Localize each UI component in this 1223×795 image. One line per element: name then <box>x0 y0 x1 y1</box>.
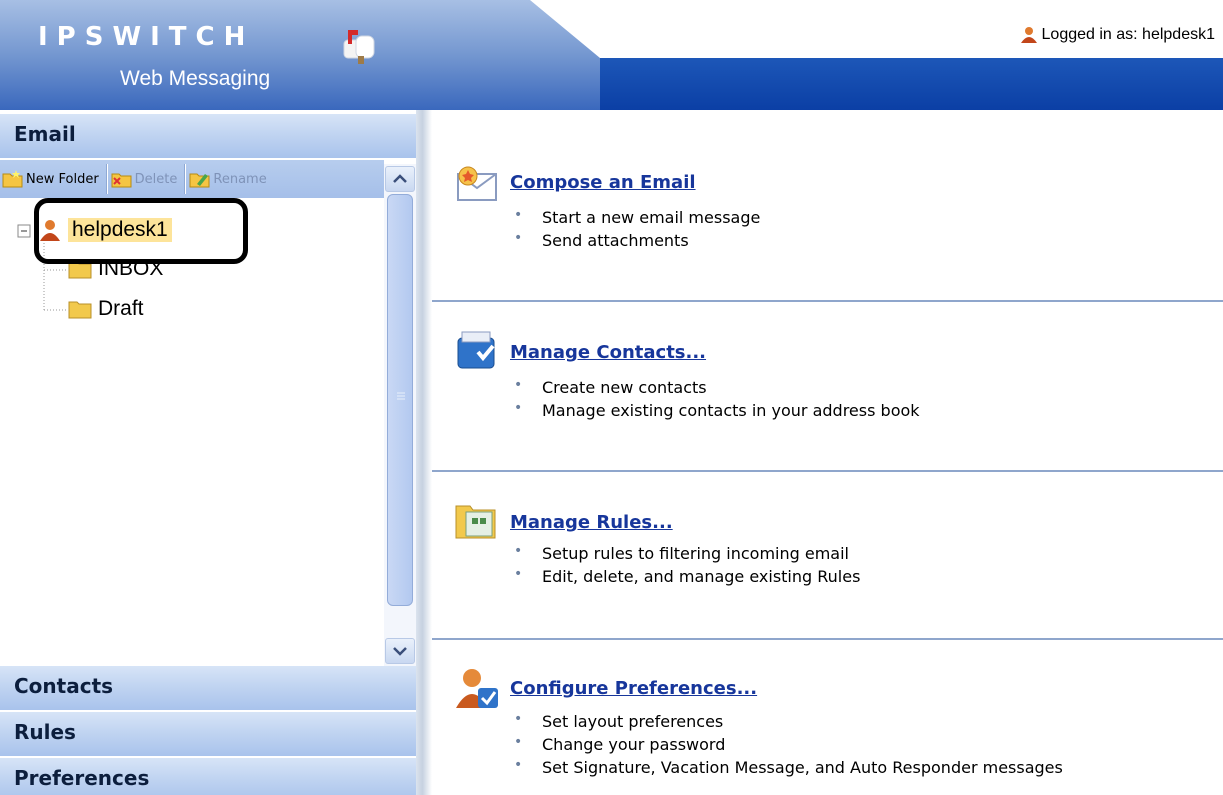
contacts-bullets: Create new contacts Manage existing cont… <box>512 374 920 422</box>
rules-icon <box>455 505 496 539</box>
list-item: Manage existing contacts in your address… <box>512 397 920 422</box>
new-folder-button[interactable]: New Folder <box>2 164 103 194</box>
brand-wordmark: IPSWITCH <box>38 22 255 52</box>
rename-label: Rename <box>213 171 267 187</box>
list-item: Setup rules to filtering incoming email <box>512 540 860 565</box>
compose-email-icon <box>457 166 497 201</box>
list-item: Start a new email message <box>512 204 760 229</box>
list-item: Set Signature, Vacation Message, and Aut… <box>512 754 1063 779</box>
new-folder-icon <box>2 170 23 188</box>
compose-bullets: Start a new email message Send attachmen… <box>512 204 760 252</box>
mailbox-logo-icon <box>343 30 375 64</box>
sidebar: Email New Folder Delete Rename helpdesk1… <box>0 110 416 795</box>
contacts-icon <box>457 331 495 369</box>
sidebar-section-email[interactable]: Email <box>0 114 416 158</box>
compose-email-link[interactable]: Compose an Email <box>510 172 696 193</box>
configure-preferences-link[interactable]: Configure Preferences... <box>510 678 757 699</box>
grip-icon <box>397 392 405 400</box>
folder-tree: helpdesk1 INBOX Draft <box>0 198 384 660</box>
section-divider <box>432 300 1223 302</box>
logo-panel <box>0 0 600 110</box>
sidebar-section-rules[interactable]: Rules <box>0 712 416 756</box>
scroll-up-button[interactable] <box>385 166 415 192</box>
rename-folder-button[interactable]: Rename <box>189 164 270 194</box>
user-icon <box>1020 27 1037 43</box>
delete-label: Delete <box>134 171 178 187</box>
preferences-icon <box>456 669 498 708</box>
tree-folder-draft[interactable]: Draft <box>68 297 144 321</box>
section-divider <box>432 638 1223 640</box>
tree-scrollbar[interactable] <box>384 164 416 668</box>
delete-folder-button[interactable]: Delete <box>111 164 182 194</box>
delete-folder-icon <box>111 173 132 188</box>
rules-bullets: Setup rules to filtering incoming email … <box>512 540 860 588</box>
list-item: Set layout preferences <box>512 708 1063 733</box>
brand-subtitle: Web Messaging <box>120 67 271 90</box>
manage-rules-link[interactable]: Manage Rules... <box>510 512 673 533</box>
tree-folder-label: Draft <box>98 297 144 320</box>
pane-divider[interactable] <box>416 110 432 795</box>
scroll-down-button[interactable] <box>385 638 415 664</box>
preferences-bullets: Set layout preferences Change your passw… <box>512 708 1063 779</box>
list-item: Create new contacts <box>512 374 920 399</box>
annotation-highlight-box <box>34 198 248 264</box>
folder-icon <box>68 301 92 319</box>
list-item: Edit, delete, and manage existing Rules <box>512 563 860 588</box>
toolbar-separator <box>184 164 187 194</box>
login-status: Logged in as: helpdesk1 <box>1020 26 1215 44</box>
section-divider <box>432 470 1223 472</box>
chevron-down-icon <box>393 647 407 656</box>
chevron-up-icon <box>393 174 407 183</box>
list-item: Send attachments <box>512 227 760 252</box>
sidebar-section-contacts[interactable]: Contacts <box>0 666 416 710</box>
list-item: Change your password <box>512 731 1063 756</box>
rename-folder-icon <box>189 173 210 188</box>
manage-contacts-link[interactable]: Manage Contacts... <box>510 342 706 363</box>
sidebar-section-preferences[interactable]: Preferences <box>0 758 416 795</box>
folder-toolbar: New Folder Delete Rename <box>0 160 384 198</box>
toolbar-separator <box>105 164 108 194</box>
app-header: IPSWITCH Web Messaging Logged in as: hel… <box>0 0 1223 110</box>
new-folder-label: New Folder <box>26 171 99 187</box>
login-text: Logged in as: helpdesk1 <box>1041 26 1215 43</box>
main-content: Compose an Email Start a new email messa… <box>432 110 1223 795</box>
scroll-thumb[interactable] <box>387 194 413 606</box>
